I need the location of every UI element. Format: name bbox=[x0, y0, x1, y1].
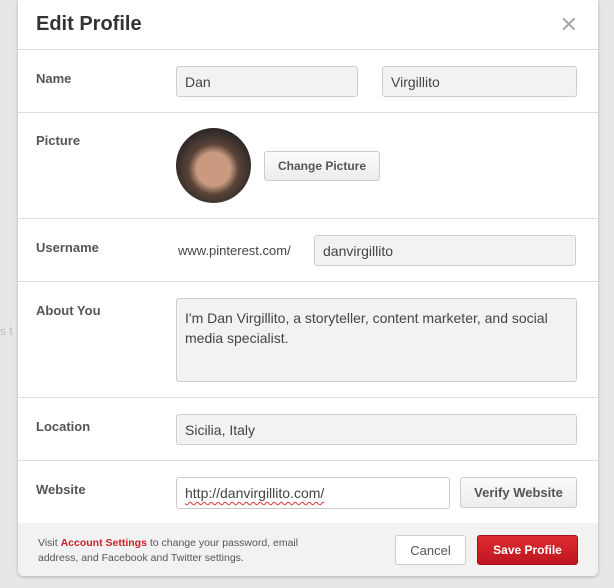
name-label: Name bbox=[36, 71, 72, 86]
about-textarea[interactable]: I'm Dan Virgillito, a storyteller, conte… bbox=[176, 298, 577, 382]
last-name-input[interactable]: Virgillito bbox=[382, 66, 577, 97]
first-name-input[interactable]: Dan bbox=[176, 66, 358, 97]
username-row: Username www.pinterest.com/ danvirgillit… bbox=[18, 219, 598, 282]
close-icon[interactable]: ✕ bbox=[560, 14, 578, 36]
picture-label: Picture bbox=[36, 133, 81, 148]
verify-website-button[interactable]: Verify Website bbox=[460, 477, 577, 508]
dialog-header: Edit Profile ✕ bbox=[18, 0, 598, 50]
location-label: Location bbox=[36, 419, 91, 434]
website-input[interactable]: http://danvirgillito.com/ bbox=[176, 477, 450, 509]
about-row: About You I'm Dan Virgillito, a storytel… bbox=[18, 282, 598, 398]
save-profile-button[interactable]: Save Profile bbox=[477, 535, 578, 565]
background-text: s t bbox=[0, 324, 13, 338]
account-settings-link[interactable]: Account Settings bbox=[61, 537, 147, 549]
cancel-button[interactable]: Cancel bbox=[395, 535, 466, 565]
website-row: Website http://danvirgillito.com/ Verify… bbox=[18, 461, 598, 523]
username-prefix: www.pinterest.com/ bbox=[178, 243, 291, 258]
footer-note: Visit Account Settings to change your pa… bbox=[38, 536, 328, 566]
dialog-title: Edit Profile bbox=[36, 13, 142, 35]
note-prefix: Visit bbox=[38, 537, 61, 549]
about-label: About You bbox=[36, 303, 101, 318]
picture-row: Picture Change Picture bbox=[18, 113, 598, 219]
dialog-footer: Visit Account Settings to change your pa… bbox=[18, 523, 598, 576]
username-label: Username bbox=[36, 240, 99, 255]
location-row: Location Sicilia, Italy bbox=[18, 398, 598, 461]
website-label: Website bbox=[36, 482, 86, 497]
avatar bbox=[176, 128, 251, 203]
name-row: Name Dan Virgillito bbox=[18, 50, 598, 113]
edit-profile-dialog: Edit Profile ✕ Name Dan Virgillito Pictu… bbox=[18, 0, 598, 576]
change-picture-button[interactable]: Change Picture bbox=[264, 151, 380, 181]
username-input[interactable]: danvirgillito bbox=[314, 235, 576, 266]
location-input[interactable]: Sicilia, Italy bbox=[176, 414, 577, 445]
